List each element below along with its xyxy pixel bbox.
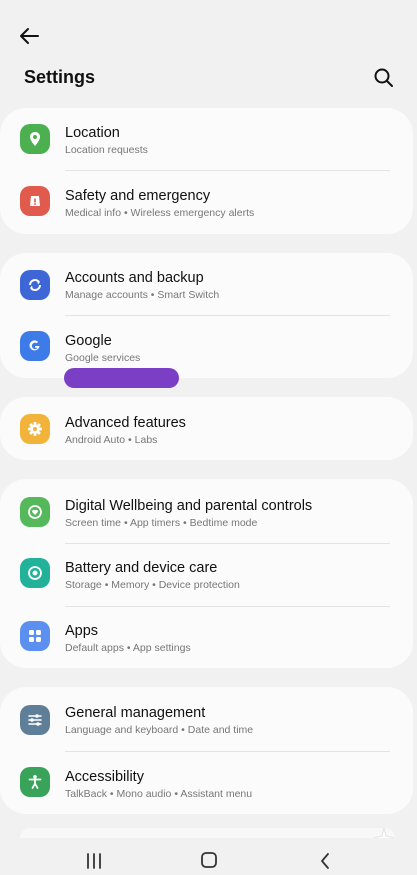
settings-group-5: General management Language and keyboard…	[0, 687, 413, 814]
next-group-edge	[20, 828, 395, 838]
navigation-bar	[0, 838, 417, 871]
settings-item-label: Battery and device care	[65, 560, 218, 576]
settings-group-2: Accounts and backup Manage accounts • Sm…	[0, 253, 413, 378]
redaction-mark	[64, 368, 179, 388]
settings-item-subtitle: Medical info • Wireless emergency alerts	[65, 207, 255, 219]
settings-item-label: Accessibility	[65, 769, 144, 785]
settings-item-subtitle: Default apps • App settings	[65, 642, 191, 654]
settings-item-accessibility[interactable]: Accessibility TalkBack • Mono audio • As…	[0, 752, 413, 814]
apps-grid-icon	[20, 621, 50, 651]
heart-icon	[20, 497, 50, 527]
back-arrow-icon	[20, 28, 39, 44]
recent-apps-icon	[87, 853, 101, 869]
recent-apps-button[interactable]	[82, 852, 106, 870]
sliders-icon	[20, 705, 50, 735]
settings-item-subtitle: Google services	[65, 352, 141, 364]
settings-group-4: Digital Wellbeing and parental controls …	[0, 479, 413, 668]
settings-item-safety[interactable]: Safety and emergency Medical info • Wire…	[0, 171, 413, 233]
settings-item-google[interactable]: Google Google services	[0, 316, 413, 378]
search-button[interactable]	[372, 66, 396, 90]
back-chevron-icon	[321, 853, 329, 869]
settings-item-subtitle: Android Auto • Labs	[65, 434, 158, 446]
search-icon	[374, 68, 393, 87]
settings-item-label: Google	[65, 333, 112, 349]
settings-item-label: Location	[65, 125, 120, 141]
alert-icon	[20, 186, 50, 216]
settings-group-1: Location Location requests Safety and em…	[0, 108, 413, 234]
settings-item-general-management[interactable]: General management Language and keyboard…	[0, 687, 413, 749]
settings-item-subtitle: Language and keyboard • Date and time	[65, 724, 254, 736]
settings-item-accounts[interactable]: Accounts and backup Manage accounts • Sm…	[0, 253, 413, 315]
settings-item-subtitle: Storage • Memory • Device protection	[65, 579, 240, 591]
top-bar: Settings	[0, 0, 417, 100]
page-title: Settings	[24, 67, 96, 87]
settings-item-label: Advanced features	[65, 415, 186, 431]
sync-icon	[20, 270, 50, 300]
settings-item-label: Accounts and backup	[65, 270, 204, 286]
back-nav-button[interactable]	[313, 852, 337, 870]
settings-item-subtitle: Manage accounts • Smart Switch	[65, 289, 220, 301]
settings-item-label: General management	[65, 705, 206, 721]
device-care-icon	[20, 558, 50, 588]
settings-item-location[interactable]: Location Location requests	[0, 108, 413, 170]
settings-item-apps[interactable]: Apps Default apps • App settings	[0, 607, 413, 669]
settings-item-label: Digital Wellbeing and parental controls	[65, 498, 313, 514]
settings-item-battery-device-care[interactable]: Battery and device care Storage • Memory…	[0, 544, 413, 606]
settings-item-advanced-features[interactable]: Advanced features Android Auto • Labs	[0, 397, 413, 459]
home-icon	[201, 852, 217, 868]
location-pin-icon	[20, 124, 50, 154]
home-button[interactable]	[197, 852, 221, 870]
settings-item-label: Safety and emergency	[65, 188, 211, 204]
accessibility-icon	[20, 767, 50, 797]
settings-item-subtitle: Screen time • App timers • Bedtime mode	[65, 517, 258, 529]
gear-icon	[20, 414, 50, 444]
settings-item-subtitle: Location requests	[65, 144, 148, 156]
settings-item-label: Apps	[65, 623, 99, 639]
settings-item-digital-wellbeing[interactable]: Digital Wellbeing and parental controls …	[0, 479, 413, 541]
back-button[interactable]	[16, 24, 44, 48]
settings-item-subtitle: TalkBack • Mono audio • Assistant menu	[65, 788, 253, 800]
google-icon	[20, 331, 50, 361]
settings-group-3: Advanced features Android Auto • Labs	[0, 397, 413, 460]
